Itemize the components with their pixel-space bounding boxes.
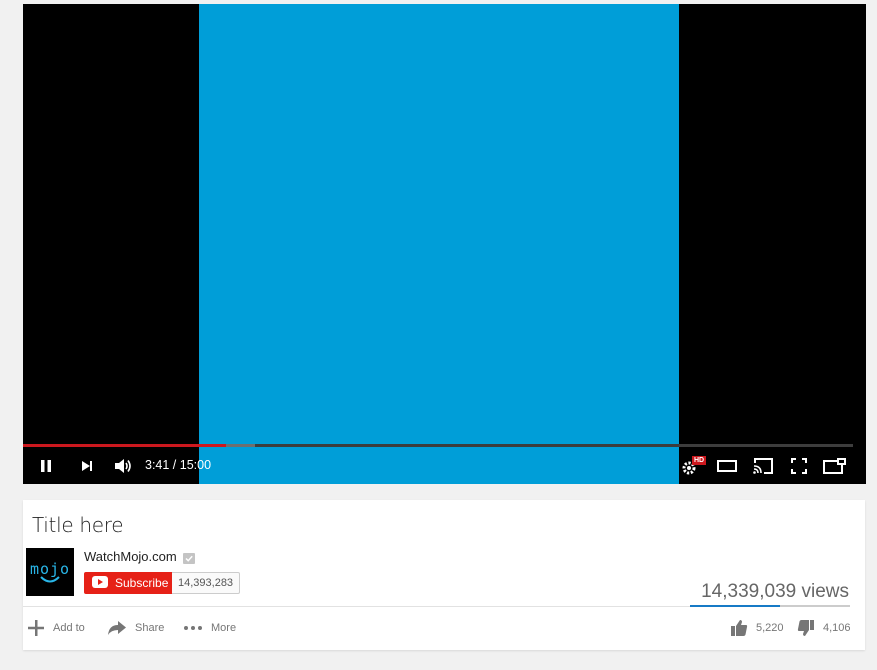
fullscreen-button[interactable]: [785, 453, 813, 479]
add-icon: [28, 620, 44, 636]
channel-name[interactable]: WatchMojo.com: [84, 549, 177, 564]
sentiment-likes: [690, 605, 780, 607]
settings-button[interactable]: HD: [679, 453, 707, 479]
avatar-logo: mojo: [29, 560, 71, 578]
miniplayer-icon: [823, 457, 847, 475]
more-icon: [184, 626, 202, 630]
thumbs-up-icon: [731, 620, 748, 636]
share-icon: [108, 621, 126, 635]
miniplayer-button[interactable]: [820, 453, 850, 479]
thumbs-down-icon: [797, 620, 814, 636]
dislike-button[interactable]: 4,106: [797, 618, 851, 638]
next-button[interactable]: [75, 453, 99, 479]
pause-icon: [38, 458, 54, 474]
progress-played: [23, 444, 227, 447]
verified-icon: [183, 551, 195, 569]
time-display: 3:41 / 15:00: [145, 458, 212, 472]
hd-badge: HD: [692, 456, 707, 465]
subscribe-label: Subscribe: [115, 576, 169, 590]
theater-mode-icon: [717, 459, 737, 473]
share-button[interactable]: Share: [107, 618, 164, 638]
volume-button[interactable]: [110, 453, 136, 479]
video-title: Title here: [32, 513, 124, 537]
youtube-icon: [92, 575, 108, 591]
channel-avatar[interactable]: mojo: [26, 548, 74, 596]
dislike-count: 4,106: [823, 622, 851, 634]
add-to-label: Add to: [53, 622, 85, 634]
volume-icon: [113, 457, 133, 475]
sentiment-bar: [690, 605, 850, 607]
theater-mode-button[interactable]: [713, 453, 741, 479]
fullscreen-icon: [790, 457, 808, 475]
smile-icon: [40, 576, 60, 583]
more-label: More: [211, 622, 237, 634]
next-icon: [79, 458, 95, 474]
subscriber-count: 14,393,283: [172, 572, 241, 594]
settings-icon: HD: [681, 456, 707, 476]
add-to-button[interactable]: Add to: [27, 618, 85, 638]
share-label: Share: [135, 622, 165, 634]
view-count: 14,339,039 views: [701, 581, 849, 602]
video-frame[interactable]: [199, 4, 679, 484]
cast-button[interactable]: [749, 453, 777, 479]
progress-bar[interactable]: [23, 444, 853, 447]
cast-icon: [752, 457, 774, 475]
like-count: 5,220: [756, 622, 784, 634]
more-button[interactable]: More: [183, 618, 236, 638]
subscribe-button[interactable]: Subscribe: [84, 572, 172, 594]
video-player[interactable]: 3:41 / 15:00 HD: [23, 4, 866, 484]
pause-button[interactable]: [33, 453, 59, 479]
video-info-panel: Title here mojo WatchMojo.com Subscribe …: [23, 500, 865, 650]
like-button[interactable]: 5,220: [730, 618, 784, 638]
